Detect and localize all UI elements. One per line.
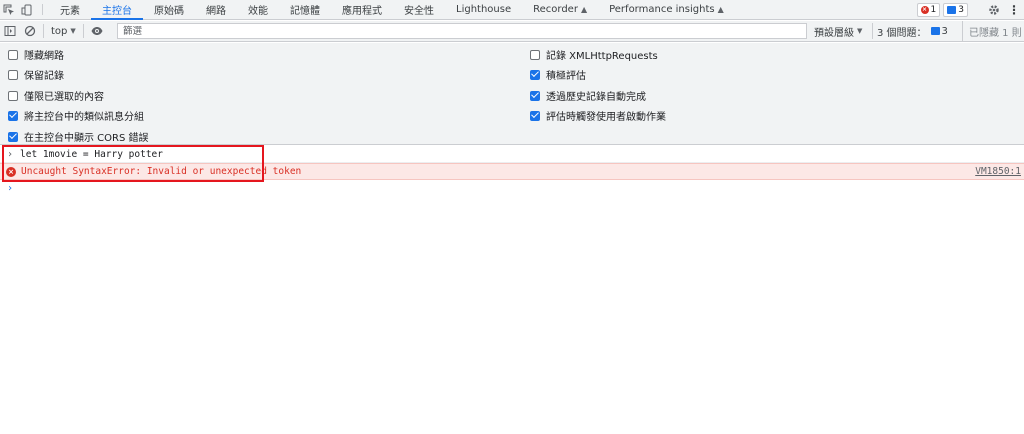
filter-input[interactable] [117,23,807,39]
tabbar-right: × 1 3 ⋮ [916,0,1024,20]
tab-recorder-label: Recorder [533,4,578,15]
preserve-log-checkbox[interactable] [8,69,18,80]
clear-console-icon[interactable] [20,21,40,41]
setting-user-activation[interactable]: 評估時觸發使用者啟動作業 [530,108,666,123]
log-xhr-checkbox[interactable] [530,49,540,60]
message-icon [947,6,957,14]
toolbar-divider [82,24,84,38]
autocomplete-history-checkbox[interactable] [530,90,540,101]
tab-performance-insights-label: Performance insights [609,4,715,15]
toolbar-divider [43,24,44,38]
tab-application[interactable]: 應用程式 [331,0,393,19]
tab-performance[interactable]: 效能 [237,0,279,19]
error-count: 1 [930,5,937,15]
message-count: 3 [958,5,964,15]
input-chevron-icon: › [6,148,14,160]
error-source-link[interactable]: VM1850:1 [975,166,1021,177]
live-expression-eye-icon[interactable] [87,21,107,41]
caret-down-icon: ▼ [70,27,76,35]
setting-autocomplete-history[interactable]: 透過歷史記錄自動完成 [530,88,646,103]
console-error-row: × Uncaught SyntaxError: Invalid or unexp… [0,163,1024,180]
user-activation-checkbox[interactable] [530,110,540,121]
console-error-text: Uncaught SyntaxError: Invalid or unexpec… [21,166,302,177]
issues-count: 3 [941,25,948,37]
console-command-text: let 1movie = Harry potter [20,148,163,160]
context-selector-label: top [51,25,68,37]
setting-hide-network[interactable]: 隱藏網路 [8,47,64,62]
context-selector[interactable]: top ▼ [47,26,80,37]
devtools-tabbar: 元素 主控台 原始碼 網路 效能 記憶體 應用程式 安全性 Lighthouse… [0,0,1024,20]
message-count-badge[interactable]: 3 [943,3,968,17]
tab-sources[interactable]: 原始碼 [143,0,195,19]
setting-show-cors-errors[interactable]: 在主控台中顯示 CORS 錯誤 [8,129,149,144]
caret-down-icon: ▼ [857,27,863,35]
group-similar-label: 將主控台中的類似訊息分組 [24,112,144,123]
log-levels-dropdown[interactable]: 預設層級 ▼ [814,21,862,41]
flask-icon: ▲ [580,5,588,14]
issues-label: 3 個問題： [877,27,927,39]
hide-network-checkbox[interactable] [8,49,18,60]
show-sidebar-icon[interactable] [0,21,20,41]
setting-eager-evaluation[interactable]: 積極評估 [530,67,586,82]
prompt-chevron-icon: › [6,183,14,194]
eager-evaluation-label: 積極評估 [546,71,586,82]
setting-preserve-log[interactable]: 保留記錄 [8,67,64,82]
tab-console[interactable]: 主控台 [91,0,143,20]
setting-selected-context-only[interactable]: 僅限已選取的內容 [8,88,104,103]
tabbar-divider [42,4,43,15]
settings-gear-icon[interactable] [984,0,1004,20]
preserve-log-label: 保留記錄 [24,71,64,82]
show-cors-label: 在主控台中顯示 CORS 錯誤 [24,133,149,144]
eager-evaluation-checkbox[interactable] [530,69,540,80]
more-options-icon[interactable]: ⋮ [1004,0,1024,20]
flask-icon: ▲ [717,5,724,14]
device-toolbar-icon[interactable] [18,0,36,19]
tab-security[interactable]: 安全性 [393,0,445,19]
selected-context-label: 僅限已選取的內容 [24,92,104,103]
tab-performance-insights[interactable]: Performance insights ▲ [598,0,735,19]
console-toolbar: top ▼ 預設層級 ▼ 3 個問題： 3 已隱藏 1 則 [0,21,1024,42]
tab-recorder[interactable]: Recorder ▲ [522,0,598,19]
show-cors-checkbox[interactable] [8,131,18,142]
message-icon [930,27,940,35]
tab-elements[interactable]: 元素 [49,0,91,19]
error-count-badge[interactable]: × 1 [916,3,941,17]
selected-context-checkbox[interactable] [8,90,18,101]
user-activation-label: 評估時觸發使用者啟動作業 [546,112,666,123]
console-prompt-row[interactable]: › [0,180,1024,197]
hide-network-label: 隱藏網路 [24,51,64,62]
log-xhr-label: 記錄 XMLHttpRequests [546,51,658,62]
inspect-element-icon[interactable] [0,0,18,19]
console-output[interactable]: › let 1movie = Harry potter × Uncaught S… [0,146,1024,434]
hidden-messages-count: 已隱藏 1 則 [962,21,1022,41]
group-similar-checkbox[interactable] [8,110,18,121]
log-levels-label: 預設層級 [814,27,854,39]
issues-button[interactable]: 3 個問題： 3 [872,23,952,39]
tab-lighthouse[interactable]: Lighthouse [445,0,522,19]
setting-log-xhr[interactable]: 記錄 XMLHttpRequests [530,47,658,62]
console-command-row: › let 1movie = Harry potter [0,146,1024,163]
autocomplete-history-label: 透過歷史記錄自動完成 [546,92,646,103]
tab-network[interactable]: 網路 [195,0,237,19]
tab-memory[interactable]: 記憶體 [279,0,331,19]
setting-group-similar[interactable]: 將主控台中的類似訊息分組 [8,108,144,123]
console-settings-panel: 隱藏網路 保留記錄 僅限已選取的內容 將主控台中的類似訊息分組 在主控台中顯示 … [0,43,1024,145]
error-icon: × [920,6,929,14]
error-icon: × [6,166,16,177]
